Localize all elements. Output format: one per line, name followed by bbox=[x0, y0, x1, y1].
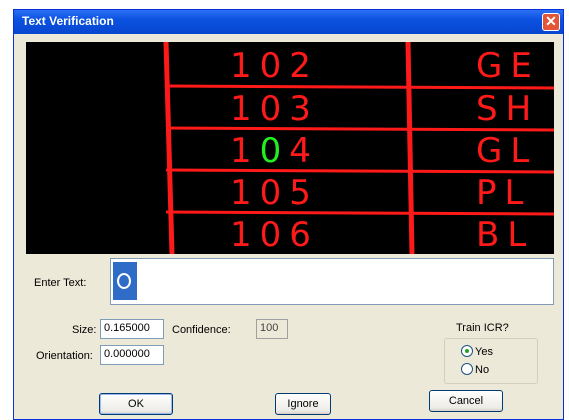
train-icr-group: Yes No bbox=[444, 338, 538, 384]
table-vline-left bbox=[163, 42, 175, 254]
ignore-button[interactable]: Ignore bbox=[275, 393, 331, 415]
row-number: 105 bbox=[230, 173, 319, 213]
title-bar: Text Verification ✕ bbox=[14, 10, 563, 34]
train-icr-no-radio[interactable]: No bbox=[461, 363, 489, 376]
row-number: 106 bbox=[230, 215, 319, 254]
row-number-highlight: 104 bbox=[230, 131, 319, 171]
row-text: PL bbox=[476, 173, 531, 213]
text-verification-dialog: Text Verification ✕ 102 103 104 105 106 … bbox=[13, 9, 564, 420]
orientation-field[interactable]: 0.000000 bbox=[100, 345, 164, 365]
radio-selected-icon bbox=[461, 345, 473, 357]
row-text: BL bbox=[476, 215, 534, 254]
text-cursor-icon bbox=[113, 262, 137, 300]
radio-unselected-icon bbox=[461, 363, 473, 375]
size-field[interactable]: 0.165000 bbox=[100, 319, 164, 339]
row-number: 102 bbox=[230, 46, 319, 86]
table-hline bbox=[165, 84, 554, 90]
orientation-label: Orientation: bbox=[36, 350, 93, 362]
row-text: SH bbox=[476, 89, 539, 129]
train-icr-yes-radio[interactable]: Yes bbox=[461, 345, 493, 358]
confidence-value: 100 bbox=[256, 319, 288, 339]
train-icr-label: Train ICR? bbox=[456, 322, 509, 334]
row-text: GL bbox=[476, 131, 537, 171]
enter-text-input[interactable] bbox=[110, 258, 554, 305]
enter-text-label: Enter Text: bbox=[34, 277, 87, 289]
scanned-image-preview: 102 103 104 105 106 GE SH GL PL BL bbox=[26, 42, 554, 254]
ok-button[interactable]: OK bbox=[99, 393, 173, 415]
table-vline-right bbox=[405, 42, 415, 254]
preview-svg: 102 103 104 105 106 GE SH GL PL BL bbox=[163, 42, 554, 254]
size-label: Size: bbox=[72, 324, 97, 336]
dialog-title: Text Verification bbox=[22, 14, 114, 28]
cancel-button[interactable]: Cancel bbox=[429, 390, 503, 412]
row-number: 103 bbox=[230, 89, 319, 129]
confidence-label: Confidence: bbox=[172, 324, 231, 336]
close-icon[interactable]: ✕ bbox=[542, 13, 560, 31]
row-text: GE bbox=[476, 46, 540, 86]
